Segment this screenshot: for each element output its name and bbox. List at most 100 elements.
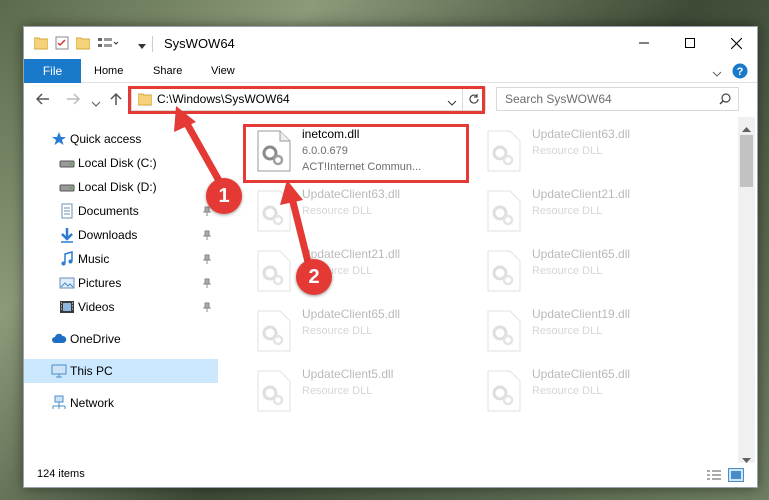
expand-ribbon-icon[interactable] (712, 67, 722, 81)
new-folder-icon[interactable] (75, 36, 91, 53)
dll-file-icon (484, 309, 524, 353)
pin-icon[interactable] (202, 301, 212, 315)
recent-locations-icon[interactable] (91, 96, 101, 110)
computer-icon (51, 363, 67, 379)
step-2-callout: 2 (296, 259, 332, 295)
file-tile[interactable]: UpdateClient63.dll Resource DLL (474, 123, 699, 179)
star-icon (51, 131, 67, 147)
file-tile[interactable]: UpdateClient65.dll Resource DLL (474, 243, 699, 299)
file-description: Resource DLL (532, 265, 603, 277)
file-name: UpdateClient19.dll (532, 307, 631, 321)
properties-icon[interactable] (55, 36, 69, 53)
ribbon: File Home Share View ? (24, 59, 757, 83)
minimize-button[interactable] (621, 27, 667, 59)
file-description: Resource DLL (532, 385, 603, 397)
sidebar-item-pictures[interactable]: Pictures (24, 271, 218, 295)
sidebar-item-documents[interactable]: Documents (24, 199, 218, 223)
pin-icon[interactable] (202, 229, 212, 243)
music-icon (59, 251, 75, 267)
sidebar-item-this-pc[interactable]: This PC (24, 359, 218, 383)
file-description: Resource DLL (532, 145, 603, 157)
file-tile[interactable]: UpdateClient65.dll Resource DLL (244, 303, 469, 359)
file-name: UpdateClient65.dll (532, 367, 631, 381)
file-name: UpdateClient63.dll (532, 127, 631, 141)
documents-icon (59, 203, 75, 219)
sidebar-item-label: Quick access (70, 132, 142, 146)
sidebar-item-quick-access[interactable]: Quick access (24, 127, 218, 151)
scrollbar-thumb[interactable] (740, 135, 753, 187)
file-description: Resource DLL (302, 385, 373, 397)
dll-file-icon (484, 369, 524, 413)
title-divider (152, 36, 153, 52)
file-tile[interactable]: UpdateClient65.dll Resource DLL (474, 363, 699, 419)
sidebar-item-label: Pictures (78, 276, 122, 290)
file-name: UpdateClient21.dll (532, 187, 631, 201)
pin-icon[interactable] (202, 253, 212, 267)
sidebar-item-label: This PC (70, 364, 113, 378)
pictures-icon (59, 275, 75, 291)
sidebar-item-videos[interactable]: Videos (24, 295, 218, 319)
back-icon[interactable] (35, 93, 50, 108)
customize-quick-access-icon[interactable] (138, 39, 146, 53)
file-tile[interactable]: UpdateClient21.dll Resource DLL (244, 243, 469, 299)
folder-icon[interactable] (33, 36, 49, 53)
step-1-callout: 1 (206, 178, 242, 214)
sidebar-item-label: Local Disk (D:) (78, 180, 157, 194)
details-view-icon[interactable] (706, 469, 722, 486)
cloud-icon (51, 331, 67, 347)
help-icon[interactable]: ? (732, 63, 748, 82)
title-bar: SysWOW64 (24, 27, 757, 59)
maximize-button[interactable] (667, 27, 713, 59)
file-highlight (243, 124, 469, 183)
file-description: Resource DLL (532, 325, 603, 337)
file-tile[interactable]: UpdateClient63.dll Resource DLL (244, 183, 469, 239)
tab-file[interactable]: File (24, 59, 81, 83)
scroll-up-icon[interactable] (742, 121, 751, 135)
sidebar-item-label: Local Disk (C:) (78, 156, 157, 170)
file-name: UpdateClient63.dll (302, 187, 401, 201)
close-button[interactable] (713, 27, 757, 59)
file-description: Resource DLL (302, 205, 373, 217)
sidebar-item-music[interactable]: Music (24, 247, 218, 271)
sidebar-item-label: Network (70, 396, 115, 410)
network-icon (51, 395, 67, 411)
tab-home[interactable]: Home (94, 65, 123, 77)
tab-view[interactable]: View (211, 65, 235, 77)
up-icon[interactable] (110, 92, 122, 109)
forward-icon[interactable] (66, 93, 81, 108)
drive-icon (59, 179, 75, 195)
videos-icon (59, 299, 75, 315)
file-tile[interactable]: UpdateClient5.dll Resource DLL (244, 363, 469, 419)
tiles-view-icon[interactable] (728, 468, 744, 485)
view-options-icon[interactable] (97, 36, 119, 53)
search-icon[interactable] (719, 93, 731, 108)
sidebar-item-local-disk-c[interactable]: Local Disk (C:) (24, 151, 218, 175)
dll-file-icon (254, 309, 294, 353)
file-tile[interactable]: UpdateClient19.dll Resource DLL (474, 303, 699, 359)
address-bar-highlight (128, 86, 485, 114)
search-box[interactable]: Search SysWOW64 (496, 87, 739, 111)
dll-file-icon (484, 189, 524, 233)
dll-file-icon (254, 369, 294, 413)
file-name: UpdateClient65.dll (302, 307, 401, 321)
item-count: 124 items (37, 468, 85, 480)
pin-icon[interactable] (202, 277, 212, 291)
dll-file-icon (484, 129, 524, 173)
file-description: Resource DLL (532, 205, 603, 217)
sidebar-item-label: Documents (78, 204, 139, 218)
sidebar-item-label: Downloads (78, 228, 138, 242)
dll-file-icon (254, 249, 294, 293)
sidebar-item-onedrive[interactable]: OneDrive (24, 327, 218, 351)
file-name: UpdateClient65.dll (532, 247, 631, 261)
dll-file-icon (484, 249, 524, 293)
sidebar-item-label: Videos (78, 300, 115, 314)
sidebar-item-downloads[interactable]: Downloads (24, 223, 218, 247)
navigation-pane: Quick access Local Disk (C:) Local Disk … (24, 123, 218, 463)
file-tile[interactable]: UpdateClient21.dll Resource DLL (474, 183, 699, 239)
sidebar-item-network[interactable]: Network (24, 391, 218, 415)
sidebar-item-label: OneDrive (70, 332, 121, 346)
vertical-scrollbar[interactable] (738, 117, 755, 463)
tab-share[interactable]: Share (153, 65, 182, 77)
sidebar-item-local-disk-d[interactable]: Local Disk (D:) (24, 175, 218, 199)
search-input[interactable]: Search SysWOW64 (505, 92, 612, 106)
